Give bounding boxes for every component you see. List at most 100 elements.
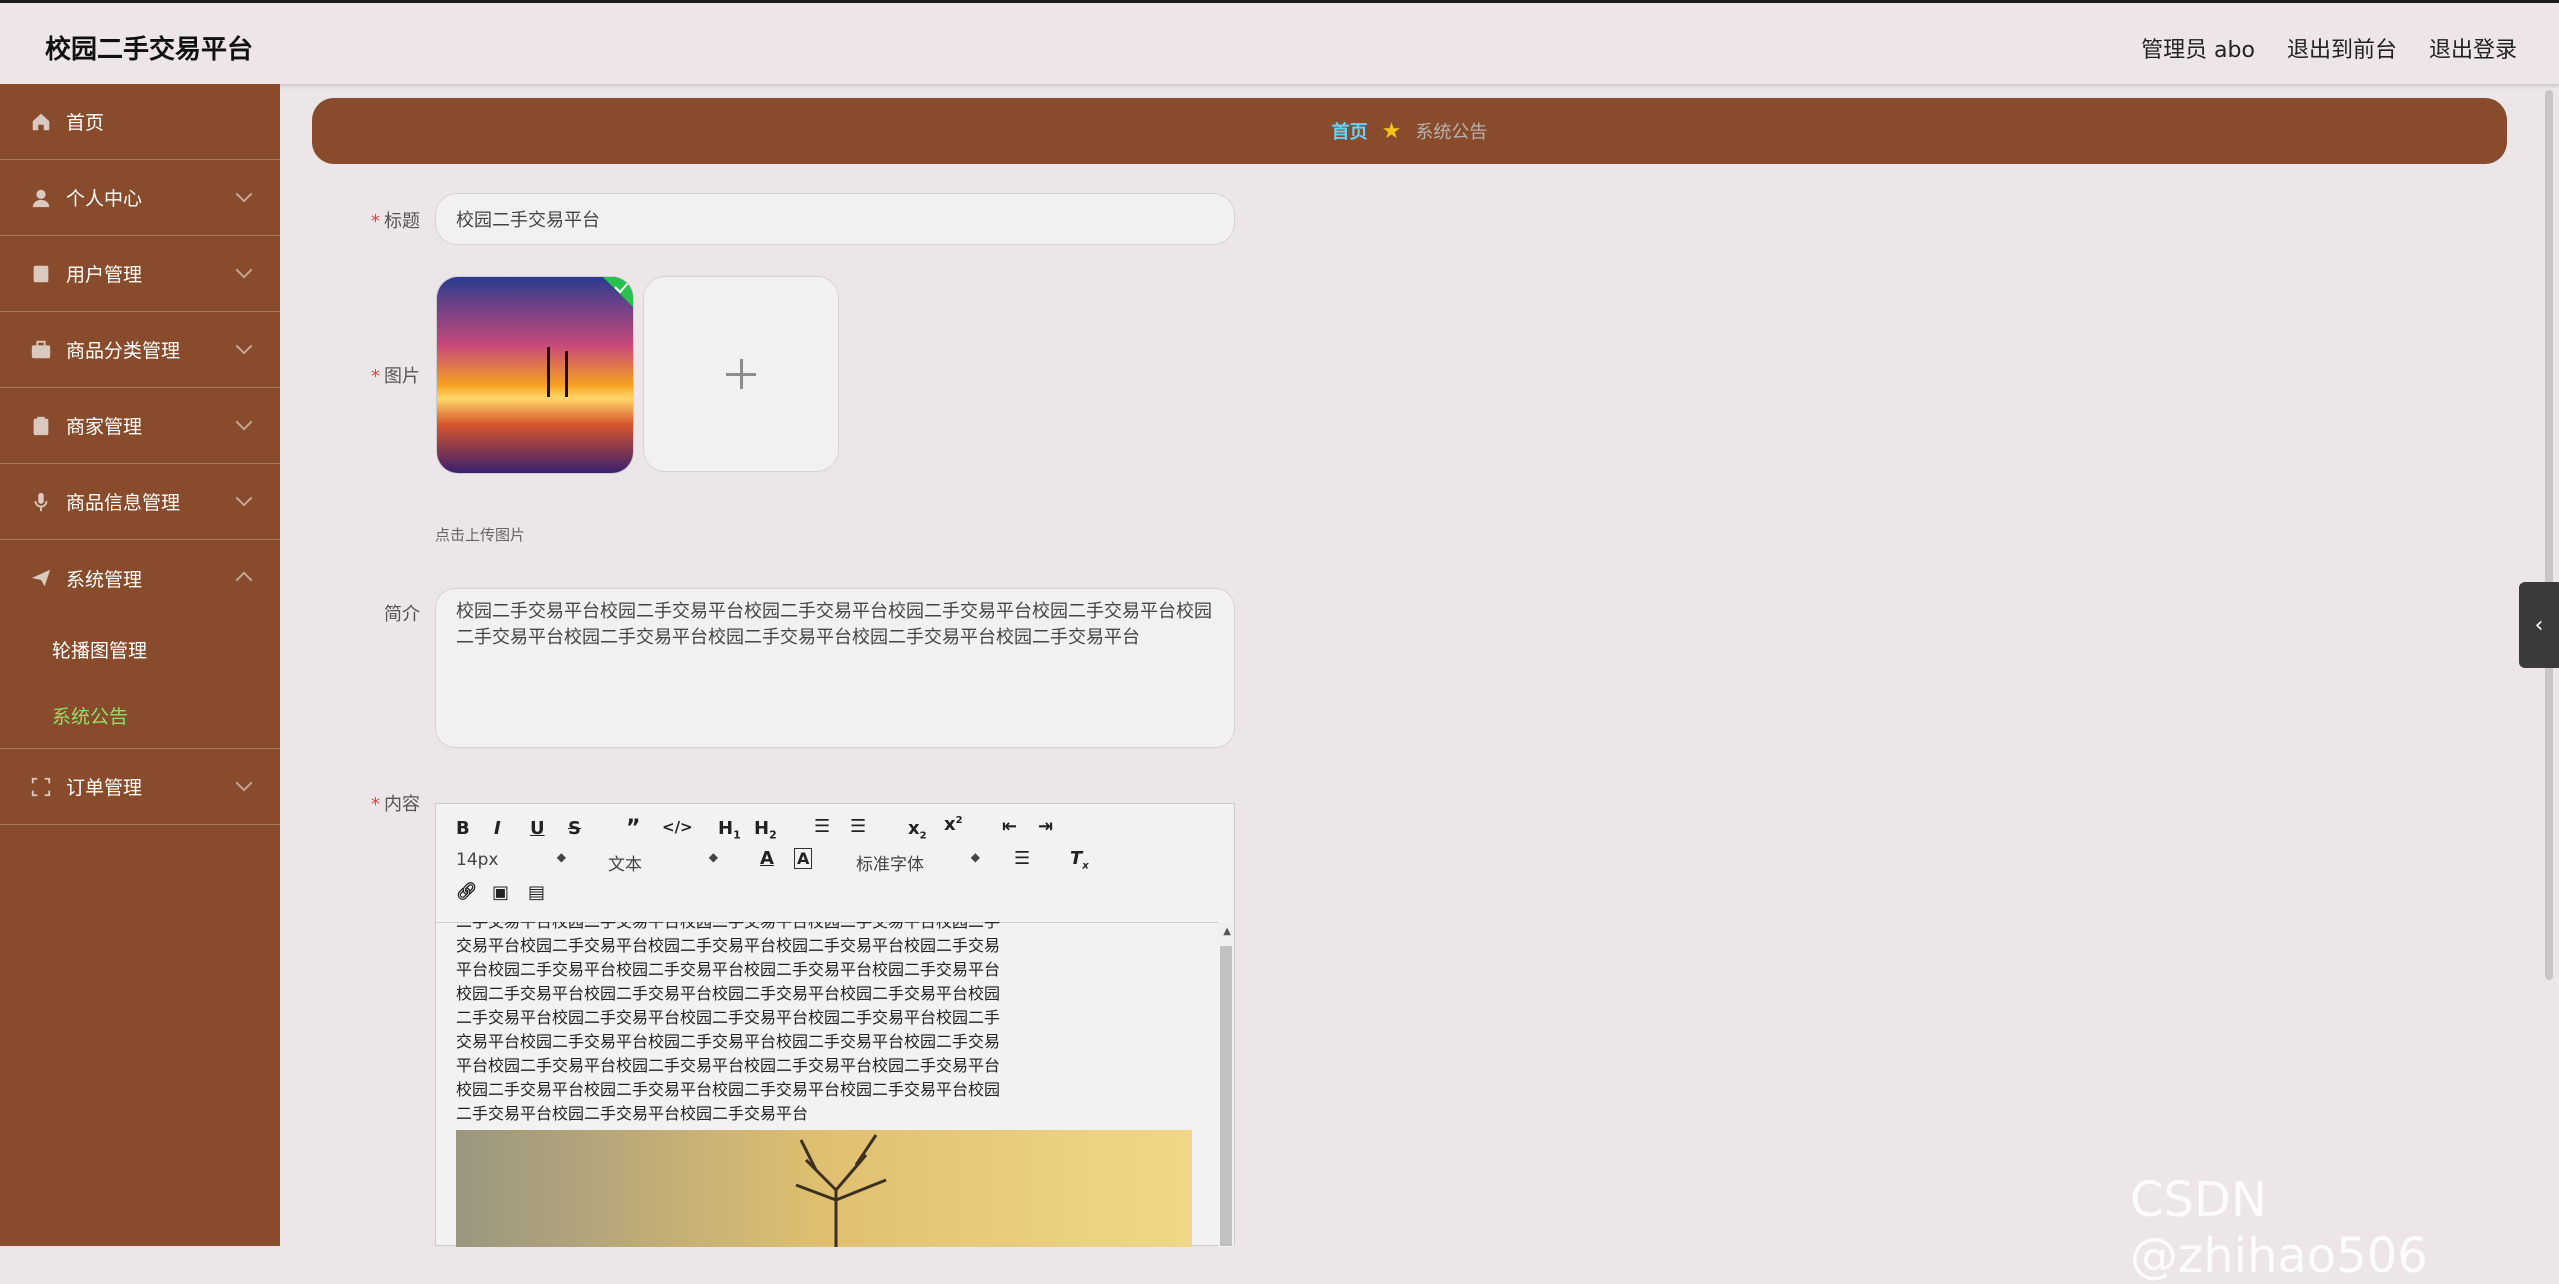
- header-actions: 管理员 abo 退出到前台 退出登录: [2141, 32, 2517, 64]
- font-color-icon[interactable]: A: [760, 848, 774, 869]
- sidebar-item-label: 系统管理: [66, 568, 143, 591]
- editor-text-line: 校园二手交易平台校园二手交易平台校园二手交易平台校园二手交易平台校园: [456, 1080, 1001, 1099]
- background-color-icon[interactable]: A: [794, 848, 813, 869]
- align-icon[interactable]: ☰: [1014, 848, 1030, 869]
- app-title: 校园二手交易平台: [45, 35, 254, 65]
- image-icon[interactable]: ▣: [492, 882, 509, 903]
- ordered-list-icon[interactable]: ☰: [814, 816, 830, 837]
- order-icon: [31, 777, 51, 796]
- chevron-down-icon: [235, 337, 253, 355]
- required-mark: *: [371, 366, 380, 387]
- sidebar-item-goods[interactable]: 商品信息管理: [0, 464, 280, 540]
- embedded-image: [456, 1130, 1192, 1247]
- sidebar-item-label: 首页: [66, 112, 105, 134]
- sidebar-item-label: 用户管理: [66, 264, 143, 286]
- user-icon: [32, 189, 50, 207]
- chevron-down-icon: [235, 489, 253, 507]
- chevron-left-icon: ‹: [2534, 612, 2544, 638]
- required-mark: *: [371, 211, 380, 232]
- users-icon: [33, 265, 49, 282]
- intro-textarea[interactable]: 校园二手交易平台校园二手交易平台校园二手交易平台校园二手交易平台校园二手交易平台…: [435, 588, 1235, 748]
- uploaded-image-thumbnail[interactable]: [436, 276, 634, 474]
- sidebar-item-merchant[interactable]: 商家管理: [0, 388, 280, 464]
- sidebar-item-label: 商品分类管理: [66, 340, 181, 362]
- outdent-icon[interactable]: ⇤: [1002, 816, 1017, 837]
- video-icon[interactable]: ▤: [528, 882, 545, 903]
- strike-icon[interactable]: S: [568, 818, 581, 839]
- chevron-down-icon: [235, 413, 253, 431]
- font-family-select[interactable]: 标准字体 ◆: [856, 850, 980, 875]
- chevron-down-icon: [235, 185, 253, 203]
- category-icon: [31, 340, 51, 358]
- sidebar-item-label: 订单管理: [66, 777, 143, 799]
- editor-text-line: 二手交易平台校园二手交易平台校园二手交易平台校园二手交易平台校园二手: [456, 1008, 1001, 1027]
- sidebar-item-orders[interactable]: 订单管理: [0, 749, 280, 825]
- required-mark: *: [371, 794, 380, 815]
- add-image-button[interactable]: [643, 276, 839, 472]
- sidebar-item-label: 商品信息管理: [66, 492, 181, 514]
- text-type-select[interactable]: 文本 ◆: [608, 850, 718, 875]
- heading1-icon[interactable]: H1: [718, 818, 741, 842]
- upload-hint: 点击上传图片: [435, 526, 526, 544]
- system-icon: [31, 569, 51, 587]
- sidebar-subitem-announcement[interactable]: 系统公告: [0, 682, 280, 748]
- subscript-icon[interactable]: x2: [908, 818, 927, 842]
- editor-text-line: 校园二手交易平台校园二手交易平台校园二手交易平台校园二手交易平台校园: [456, 984, 1001, 1003]
- select-arrow-icon: ◆: [708, 850, 718, 864]
- logout-link[interactable]: 退出登录: [2429, 32, 2517, 64]
- editor-text-line: 交易平台校园二手交易平台校园二手交易平台校园二手交易平台校园二手交易: [456, 936, 1001, 955]
- sidebar-item-label: 商家管理: [66, 416, 143, 438]
- clear-format-icon[interactable]: Tx: [1070, 848, 1089, 872]
- title-label: * 标题: [371, 211, 420, 232]
- sidebar: 首页 个人中心 用户管理 商品分类管理 商家管理 商品信息管理 系统管理 轮播图…: [0, 84, 280, 1246]
- exit-to-front-link[interactable]: 退出到前台: [2287, 32, 2397, 64]
- system-submenu: 轮播图管理 系统公告: [0, 616, 280, 749]
- goods-icon: [34, 492, 48, 511]
- blockquote-icon[interactable]: ”: [626, 816, 640, 841]
- sidebar-item-users[interactable]: 用户管理: [0, 236, 280, 312]
- editor-scrollbar-thumb[interactable]: [1220, 946, 1232, 1246]
- sidebar-item-label: 个人中心: [66, 188, 143, 210]
- bullet-list-icon[interactable]: ☰: [850, 816, 866, 837]
- title-input[interactable]: 校园二手交易平台: [435, 193, 1235, 245]
- scroll-up-icon[interactable]: ▲: [1223, 926, 1231, 937]
- home-icon: [32, 113, 50, 130]
- star-icon: ★: [1381, 118, 1402, 144]
- page-scrollbar[interactable]: [2545, 90, 2553, 980]
- top-header: 校园二手交易平台 管理员 abo 退出到前台 退出登录: [0, 0, 2559, 84]
- rich-text-editor[interactable]: B I U S ” </> H1 H2 ☰ ☰ x2 x2 ⇤ ⇥ 14px ◆ …: [435, 803, 1235, 1247]
- sunset-image: [437, 277, 633, 473]
- sidebar-item-home[interactable]: 首页: [0, 84, 280, 160]
- chevron-down-icon: [235, 774, 253, 792]
- heading2-icon[interactable]: H2: [754, 818, 777, 842]
- editor-text-line: 二手交易平台校园二手交易平台校园二手交易平台: [456, 1104, 809, 1123]
- font-size-select[interactable]: 14px ◆: [456, 850, 566, 870]
- sidebar-item-profile[interactable]: 个人中心: [0, 160, 280, 236]
- select-arrow-icon: ◆: [556, 850, 566, 864]
- editor-text-line: 平台校园二手交易平台校园二手交易平台校园二手交易平台校园二手交易平台: [456, 1056, 1001, 1075]
- intro-label: 简介: [384, 604, 420, 625]
- link-icon[interactable]: 🔗︎: [456, 882, 478, 902]
- chevron-down-icon: [235, 261, 253, 279]
- sidebar-item-system[interactable]: 系统管理: [0, 540, 280, 616]
- breadcrumb-home[interactable]: 首页: [1332, 118, 1368, 144]
- editor-toolbar: B I U S ” </> H1 H2 ☰ ☰ x2 x2 ⇤ ⇥ 14px ◆ …: [436, 804, 1234, 923]
- breadcrumb-current: 系统公告: [1415, 122, 1488, 143]
- superscript-icon[interactable]: x2: [944, 814, 963, 835]
- bold-icon[interactable]: B: [456, 818, 470, 839]
- sidebar-subitem-carousel[interactable]: 轮播图管理: [0, 616, 280, 682]
- italic-icon[interactable]: I: [494, 818, 501, 839]
- indent-icon[interactable]: ⇥: [1038, 816, 1053, 837]
- admin-user-label: 管理员 abo: [2141, 38, 2255, 63]
- underline-icon[interactable]: U: [530, 818, 545, 839]
- editor-text-line: 交易平台校园二手交易平台校园二手交易平台校园二手交易平台校园二手交易: [456, 1032, 1001, 1051]
- editor-text-line: 二手交易平台校园二手交易平台校园二手交易平台校园二手交易平台校园二手: [456, 922, 1196, 934]
- sidebar-item-category[interactable]: 商品分类管理: [0, 312, 280, 388]
- select-arrow-icon: ◆: [970, 850, 980, 864]
- side-panel-toggle[interactable]: ‹: [2519, 582, 2559, 668]
- content-label: * 内容: [371, 794, 420, 815]
- editor-content[interactable]: 二手交易平台校园二手交易平台校园二手交易平台校园二手交易平台校园二手 交易平台校…: [436, 922, 1216, 1247]
- code-icon[interactable]: </>: [662, 818, 693, 836]
- image-label: * 图片: [371, 366, 420, 387]
- breadcrumb: 首页 ★ 系统公告: [312, 98, 2507, 164]
